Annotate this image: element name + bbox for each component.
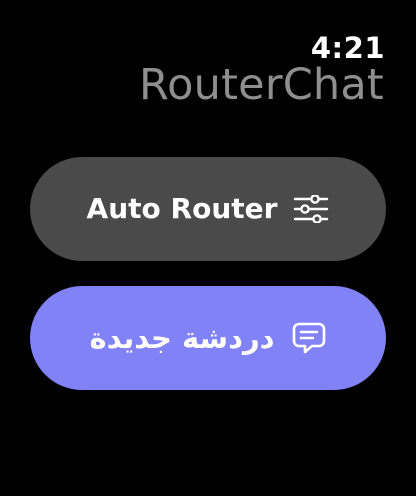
status-time: 4:21 [310,31,385,65]
chat-bubble-icon [291,321,327,355]
new-chat-button[interactable]: دردشة جديدة [30,286,386,390]
auto-router-button[interactable]: Auto Router [30,157,386,261]
app-title: RouterChat [139,60,384,110]
sliders-icon [293,195,329,223]
auto-router-label: Auto Router [86,192,278,225]
new-chat-label: دردشة جديدة [89,320,275,355]
